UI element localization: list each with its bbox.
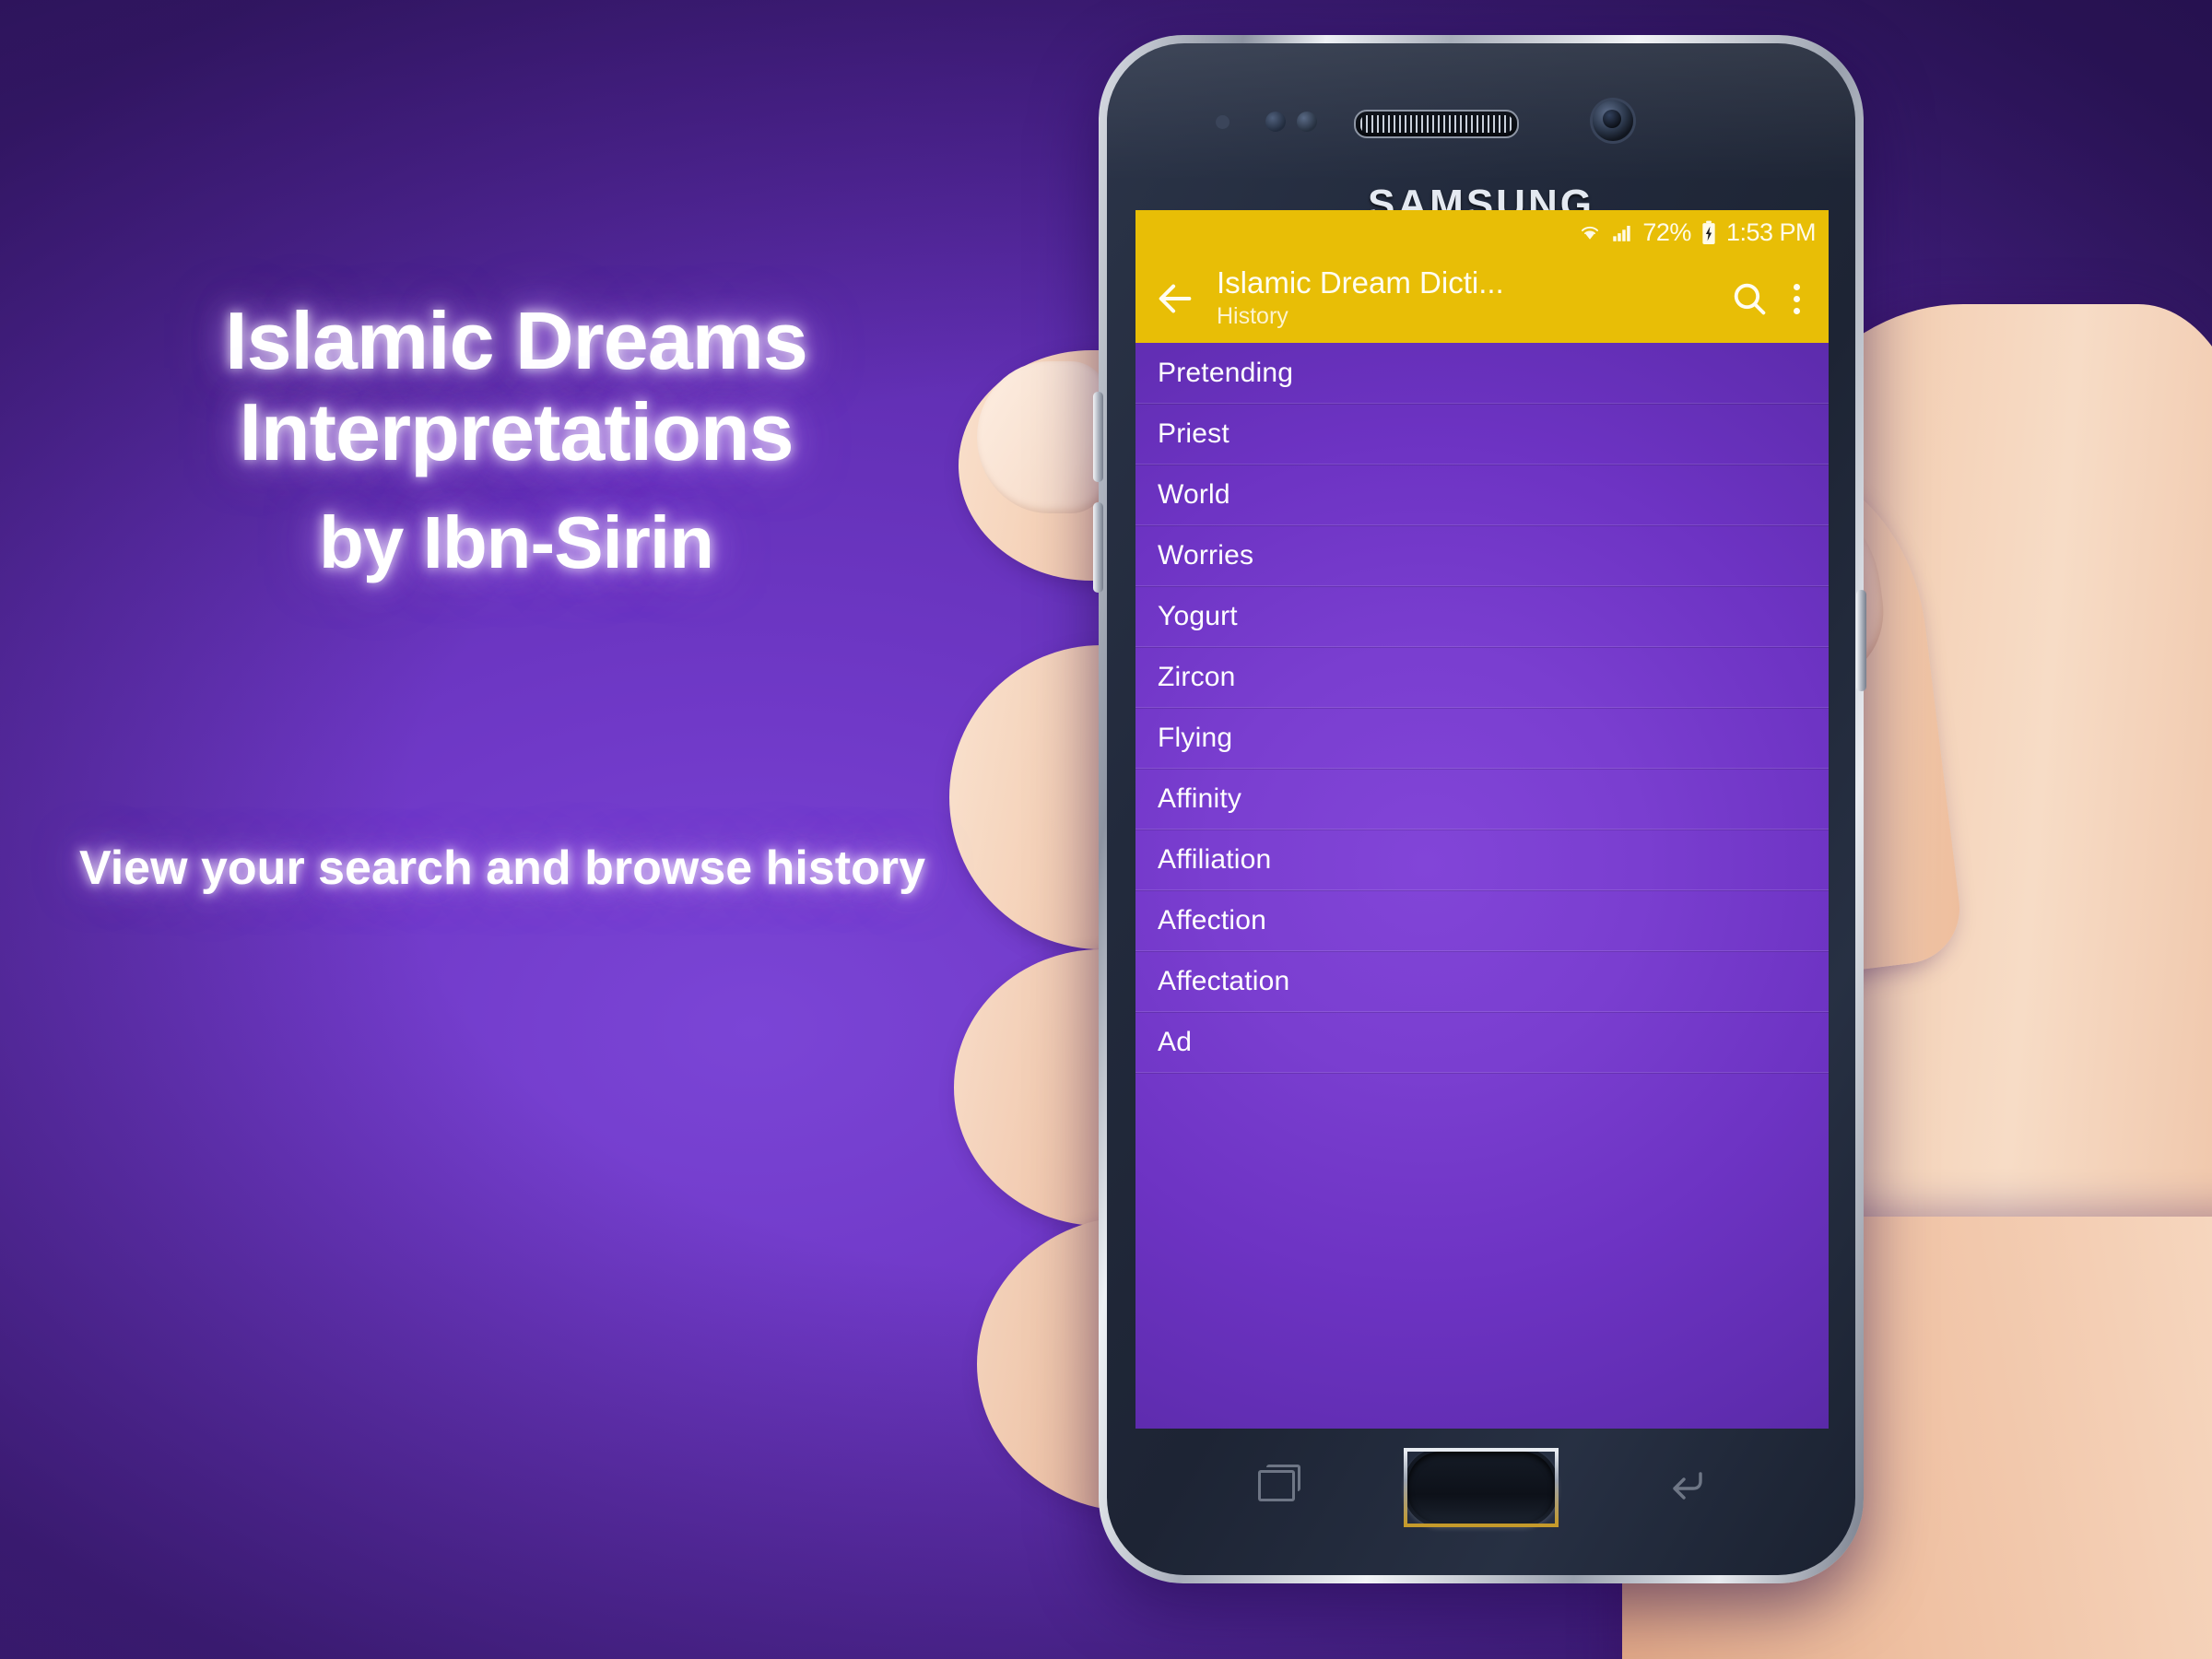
list-item[interactable]: Ad <box>1135 1012 1829 1073</box>
power-button[interactable] <box>1856 590 1866 691</box>
list-item[interactable]: Affectation <box>1135 951 1829 1012</box>
status-bar: 72% 1:53 PM <box>1135 210 1829 254</box>
cellular-signal-icon <box>1613 225 1631 241</box>
list-item-label: Affiliation <box>1158 843 1272 875</box>
list-item[interactable]: Yogurt <box>1135 586 1829 647</box>
earpiece-grille <box>1360 115 1512 133</box>
overflow-menu-icon[interactable] <box>1781 278 1812 319</box>
wifi-icon <box>1582 226 1599 240</box>
clock-label: 1:53 PM <box>1725 218 1817 246</box>
page-subtitle: History <box>1217 303 1288 330</box>
list-item-label: Priest <box>1158 418 1230 449</box>
recents-nav-key[interactable] <box>1253 1461 1300 1509</box>
list-item[interactable]: Worries <box>1135 525 1829 586</box>
earpiece-speaker <box>1354 110 1519 138</box>
overflow-dot <box>1793 307 1800 314</box>
light-sensor-icon <box>1216 115 1230 129</box>
list-item[interactable]: Affiliation <box>1135 830 1829 890</box>
list-item-label: Affectation <box>1158 965 1290 996</box>
tagline: View your search and browse history <box>78 841 926 895</box>
list-item[interactable]: Priest <box>1135 404 1829 465</box>
list-item-label: Affinity <box>1158 782 1242 814</box>
back-arrow-icon[interactable] <box>1154 277 1196 320</box>
phone-screen: 72% 1:53 PM Islamic Dream Dicti... Histo… <box>1135 210 1829 1429</box>
recents-icon <box>1258 1465 1300 1501</box>
list-item[interactable]: Zircon <box>1135 647 1829 708</box>
back-arrow-nav-icon <box>1673 1472 1702 1500</box>
app-bar: Islamic Dream Dicti... History <box>1135 254 1829 343</box>
search-icon[interactable] <box>1729 278 1770 319</box>
battery-charging-icon <box>1702 220 1715 244</box>
list-item-label: Ad <box>1158 1026 1193 1057</box>
list-item-label: Worries <box>1158 539 1254 571</box>
list-item-label: Zircon <box>1158 661 1236 692</box>
list-item-label: Affection <box>1158 904 1266 935</box>
list-item[interactable]: Affinity <box>1135 769 1829 830</box>
history-list[interactable]: Pretending Priest World Worries Yogurt Zircon… <box>1135 343 1829 1429</box>
page-title: Islamic Dream Dicti... <box>1217 265 1504 300</box>
headline-line-1: Islamic Dreams <box>225 295 808 386</box>
iris-sensor-icon <box>1297 112 1317 132</box>
proximity-sensor-icon <box>1265 112 1286 132</box>
list-item-label: Pretending <box>1158 357 1294 388</box>
overflow-dot <box>1793 283 1800 290</box>
list-item[interactable]: Flying <box>1135 708 1829 769</box>
promo-screenshot: Islamic Dreams Interpretations by Ibn-Si… <box>0 0 2212 1659</box>
list-item-label: World <box>1158 478 1230 510</box>
overflow-dot <box>1793 295 1800 302</box>
app-bar-titles: Islamic Dream Dicti... History <box>1217 265 1714 331</box>
list-item[interactable]: Pretending <box>1135 343 1829 404</box>
marketing-copy: Islamic Dreams Interpretations by Ibn-Si… <box>0 295 1032 585</box>
list-item-label: Flying <box>1158 722 1233 753</box>
byline: by Ibn-Sirin <box>319 500 714 583</box>
list-item[interactable]: Affection <box>1135 890 1829 951</box>
back-nav-key[interactable] <box>1662 1461 1710 1509</box>
front-camera-icon <box>1593 100 1633 141</box>
list-item[interactable]: World <box>1135 465 1829 525</box>
volume-down-button[interactable] <box>1093 502 1103 593</box>
battery-percent-label: 72% <box>1642 218 1691 246</box>
volume-up-button[interactable] <box>1093 392 1103 482</box>
headline-line-2: Interpretations <box>239 386 794 478</box>
home-button[interactable] <box>1404 1448 1559 1527</box>
list-item-label: Yogurt <box>1158 600 1238 631</box>
